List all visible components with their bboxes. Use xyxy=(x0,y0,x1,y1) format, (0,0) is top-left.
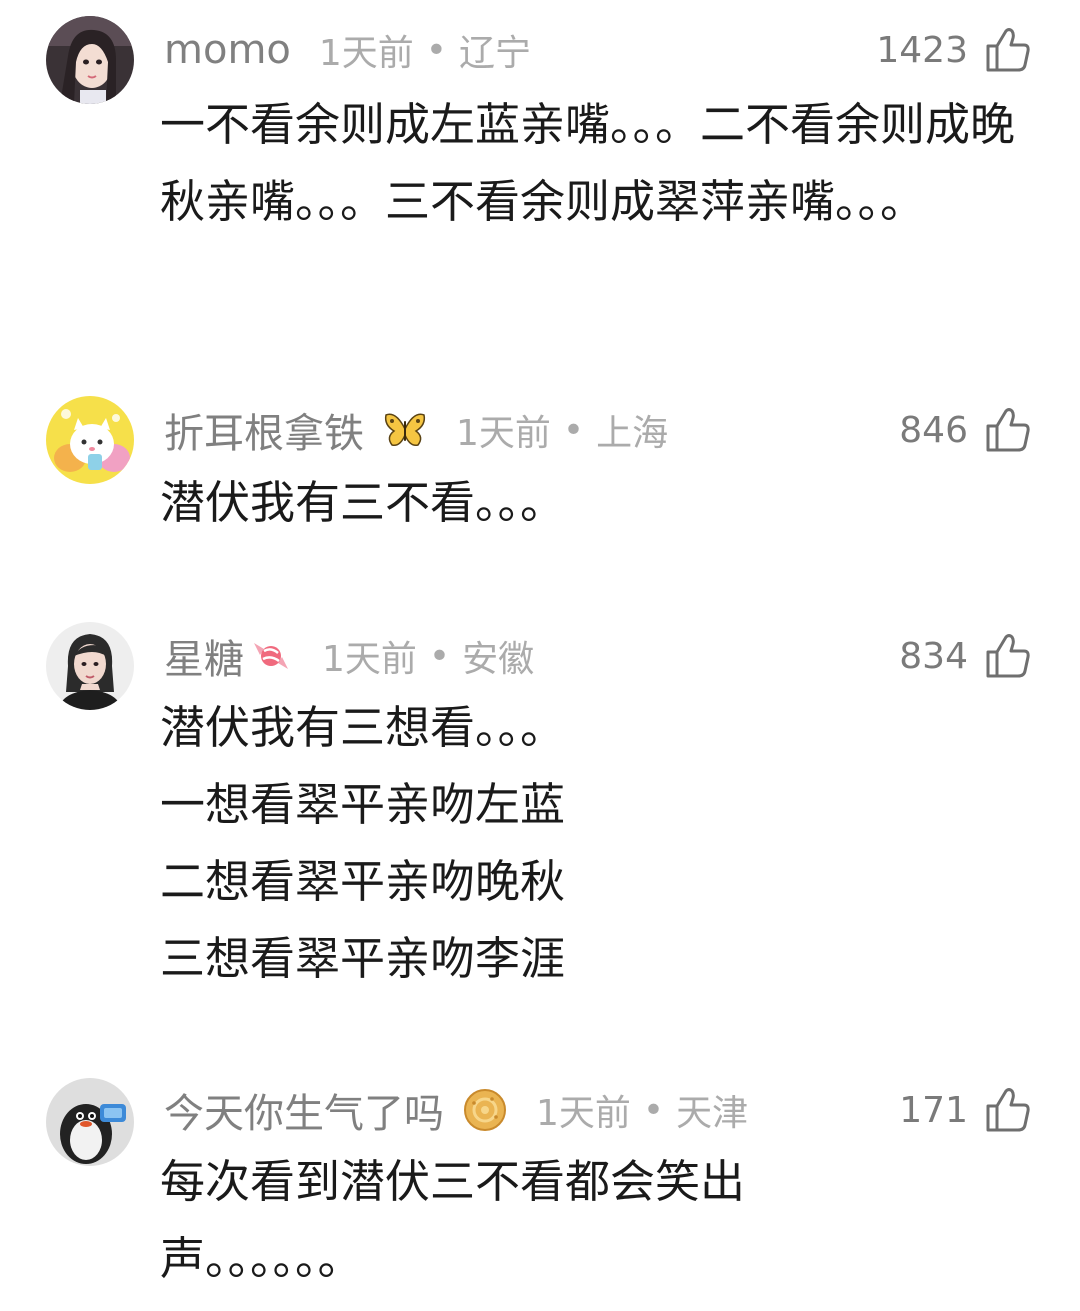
comment-time: 1天前 xyxy=(318,33,414,74)
like-count: 846 xyxy=(899,409,968,451)
meta-separator: • xyxy=(642,1089,665,1131)
butterfly-icon xyxy=(382,407,428,453)
username[interactable]: 折耳根拿铁 xyxy=(164,401,364,459)
comment-region: 安徽 xyxy=(462,639,535,680)
like-button[interactable]: 171 xyxy=(899,1080,1032,1140)
comment-text: 一不看余则成左蓝亲嘴。。。二不看余则成晚秋亲嘴。。。三不看余则成翠萍亲嘴。。。 xyxy=(160,98,1016,228)
cartoon-cat-avatar-icon[interactable] xyxy=(46,396,134,484)
penguin-avatar-icon[interactable] xyxy=(46,1078,134,1166)
like-button[interactable]: 846 xyxy=(899,400,1032,460)
comment-region: 上海 xyxy=(596,413,669,454)
thumbs-up-icon[interactable] xyxy=(984,1086,1032,1134)
woman-portrait-avatar-icon[interactable] xyxy=(46,622,134,710)
comment-meta: momo 1天前 • 辽宁 xyxy=(164,20,531,80)
comment-region: 天津 xyxy=(676,1093,749,1134)
comment-meta: 星糖 1天前 • 安徽 xyxy=(164,626,534,686)
thumbs-up-icon[interactable] xyxy=(984,26,1032,74)
like-count: 171 xyxy=(899,1089,968,1131)
meta-separator: • xyxy=(428,635,451,677)
username[interactable]: 星糖 xyxy=(164,627,244,685)
meta-separator: • xyxy=(562,409,585,451)
thumbs-up-icon[interactable] xyxy=(984,632,1032,680)
username[interactable]: momo xyxy=(164,27,291,73)
like-count: 834 xyxy=(899,635,968,677)
comment-time: 1天前 xyxy=(536,1093,631,1134)
comment-time: 1天前 xyxy=(456,413,551,454)
thumbs-up-icon[interactable] xyxy=(984,406,1032,454)
comment-meta: 折耳根拿铁 1天前 • 上海 xyxy=(164,400,668,460)
candy-icon xyxy=(248,633,294,679)
like-button[interactable]: 834 xyxy=(899,626,1032,686)
comment-text: 潜伏我有三不看。。。 xyxy=(160,476,566,529)
girl-avatar-icon[interactable] xyxy=(46,16,134,104)
like-count: 1423 xyxy=(876,29,968,71)
meta-separator: • xyxy=(425,29,448,71)
comment-meta: 今天你生气了吗 1天前 • 天津 xyxy=(164,1080,748,1140)
comment-text: 潜伏我有三想看。。。 一想看翠平亲吻左蓝 二想看翠平亲吻晚秋 三想看翠平亲吻李涯 xyxy=(160,701,566,985)
comment-text: 每次看到潜伏三不看都会笑出声。。。。。。 xyxy=(160,1155,746,1285)
cookie-icon xyxy=(462,1087,508,1133)
comment-region: 辽宁 xyxy=(459,33,532,74)
username[interactable]: 今天你生气了吗 xyxy=(164,1081,444,1139)
comment-time: 1天前 xyxy=(322,639,417,680)
like-button[interactable]: 1423 xyxy=(876,20,1032,80)
